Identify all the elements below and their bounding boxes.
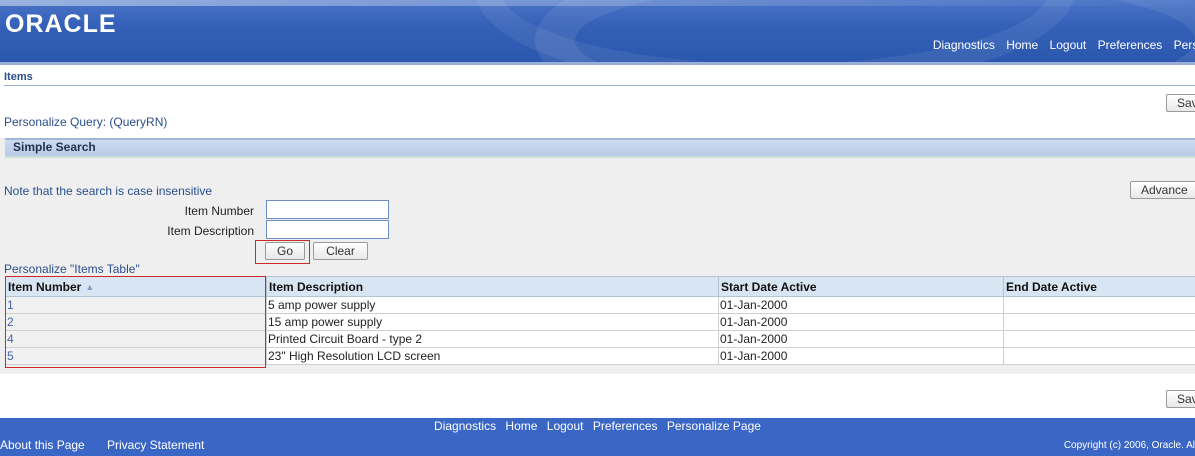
global-link-home[interactable]: Home [1006, 38, 1038, 52]
footer-link-diagnostics[interactable]: Diagnostics [434, 419, 496, 433]
header-decoration [475, 0, 1075, 64]
start-date-cell: 01-Jan-2000 [718, 313, 1004, 331]
personalize-table-link[interactable]: Personalize "Items Table" [4, 262, 140, 276]
advanced-search-button[interactable]: Advance [1130, 181, 1195, 199]
global-link-logout[interactable]: Logout [1050, 38, 1087, 52]
global-link-diagnostics[interactable]: Diagnostics [933, 38, 995, 52]
global-nav: Diagnostics Home Logout Preferences Pers… [925, 38, 1195, 52]
start-date-cell: 01-Jan-2000 [718, 330, 1004, 348]
start-date-cell: 01-Jan-2000 [718, 347, 1004, 365]
personalize-query-link[interactable]: Personalize Query: (QueryRN) [4, 115, 167, 129]
search-note: Note that the search is case insensitive [4, 184, 213, 198]
footer-link-logout[interactable]: Logout [547, 419, 584, 433]
end-date-cell [1003, 313, 1195, 331]
item-number-input[interactable] [266, 200, 389, 219]
column-header-start-date: Start Date Active [718, 276, 1004, 297]
save-button-bottom[interactable]: Sav [1166, 390, 1195, 408]
footer-link-preferences[interactable]: Preferences [593, 419, 658, 433]
simple-search-header [5, 138, 1195, 156]
about-page-link[interactable]: About this Page [0, 438, 85, 452]
item-description-cell: 15 amp power supply [266, 313, 719, 331]
search-header-rule [5, 156, 1195, 158]
item-description-cell: Printed Circuit Board - type 2 [266, 330, 719, 348]
oracle-logo: ORACLE [5, 10, 117, 38]
go-button[interactable]: Go [265, 242, 305, 260]
column-header-item-description: Item Description [266, 276, 719, 297]
clear-button[interactable]: Clear [313, 242, 368, 260]
column-header-end-date: End Date Active [1003, 276, 1195, 297]
footer-link-personalize-page[interactable]: Personalize Page [667, 419, 761, 433]
end-date-cell [1003, 330, 1195, 348]
global-link-personalize[interactable]: Perso [1174, 38, 1195, 52]
start-date-cell: 01-Jan-2000 [718, 296, 1004, 314]
page-title: Items [4, 71, 33, 83]
item-number-label: Item Number [184, 204, 254, 218]
simple-search-title: Simple Search [13, 140, 96, 154]
header-divider [0, 62, 1195, 65]
privacy-statement-link[interactable]: Privacy Statement [107, 438, 204, 452]
item-number-column-highlight [5, 276, 266, 368]
footer-nav: Diagnostics Home Logout Preferences Pers… [0, 419, 1195, 433]
copyright-text: Copyright (c) 2006, Oracle. Al [1063, 440, 1195, 451]
header-stripe [0, 0, 1195, 6]
header-banner [0, 0, 1195, 64]
item-description-input[interactable] [266, 220, 389, 239]
item-description-cell: 23" High Resolution LCD screen [266, 347, 719, 365]
save-button-top[interactable]: Sav [1166, 94, 1195, 112]
global-link-preferences[interactable]: Preferences [1098, 38, 1163, 52]
end-date-cell [1003, 347, 1195, 365]
item-description-label: Item Description [167, 224, 254, 238]
item-description-cell: 5 amp power supply [266, 296, 719, 314]
footer-link-home[interactable]: Home [505, 419, 537, 433]
end-date-cell [1003, 296, 1195, 314]
title-divider [4, 85, 1195, 86]
